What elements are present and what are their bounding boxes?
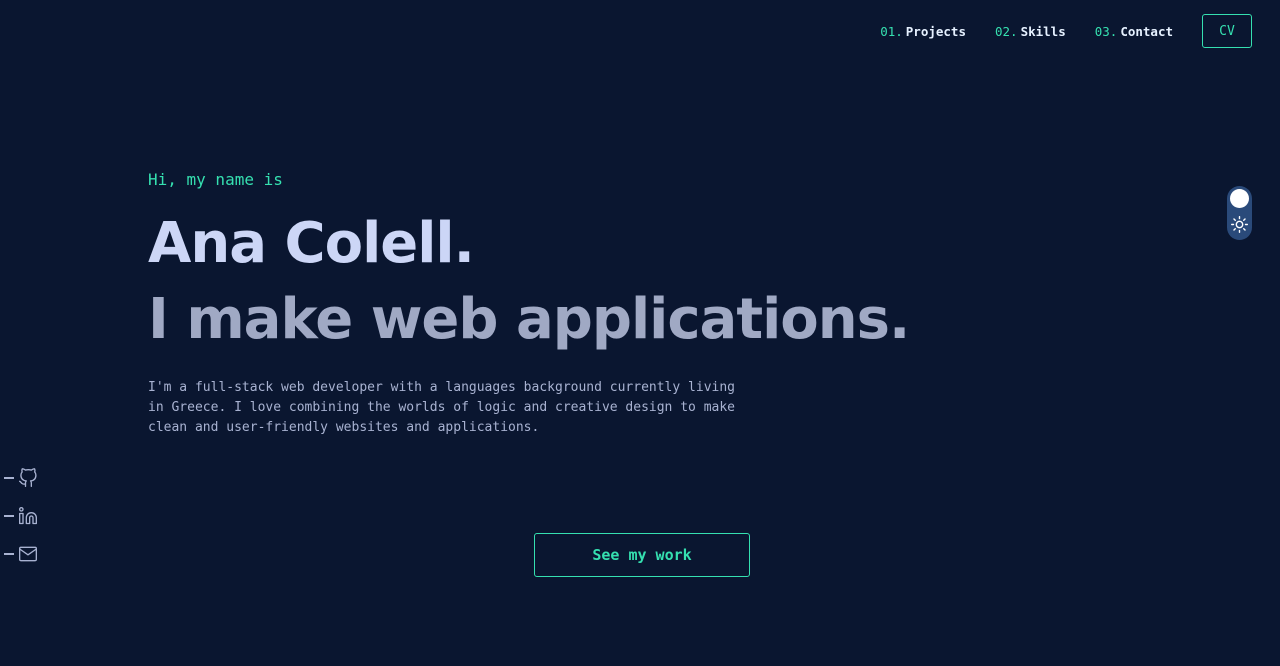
linkedin-link[interactable] [4,504,38,528]
hero-name: Ana Colell. [148,211,475,276]
nav-number: 01. [880,23,903,39]
theme-toggle[interactable] [1227,186,1252,240]
nav-link-label: Contact [1120,23,1173,39]
nav-number: 03. [1094,23,1118,39]
hero-tagline: I make web applications. [148,287,910,352]
top-nav: 01. Projects 02. Skills 03. Contact CV [851,13,1252,49]
social-links [4,466,38,580]
hero-section: Hi, my name is Ana Colell. I make web ap… [148,168,1148,438]
divider [4,553,14,555]
sun-icon [1231,216,1248,233]
see-my-work-button[interactable]: See my work [534,533,750,577]
cv-button[interactable]: CV [1202,14,1252,48]
linkedin-icon [19,507,37,525]
hero-bio: I'm a full-stack web developer with a la… [148,380,735,435]
nav-link-skills[interactable]: 02. Skills [995,24,1066,39]
nav-link-contact[interactable]: 03. Contact [1095,24,1173,39]
toggle-knob [1230,189,1249,208]
divider [4,477,14,479]
mail-link[interactable] [4,542,38,566]
divider [4,515,14,517]
hero-greeting: Hi, my name is [148,170,283,189]
github-link[interactable] [4,466,38,490]
nav-link-label: Projects [905,23,966,39]
nav-number: 02. [995,23,1018,39]
nav-link-projects[interactable]: 01. Projects [880,24,966,39]
mail-icon [19,546,37,562]
nav-link-label: Skills [1020,23,1066,39]
github-icon [19,468,37,487]
